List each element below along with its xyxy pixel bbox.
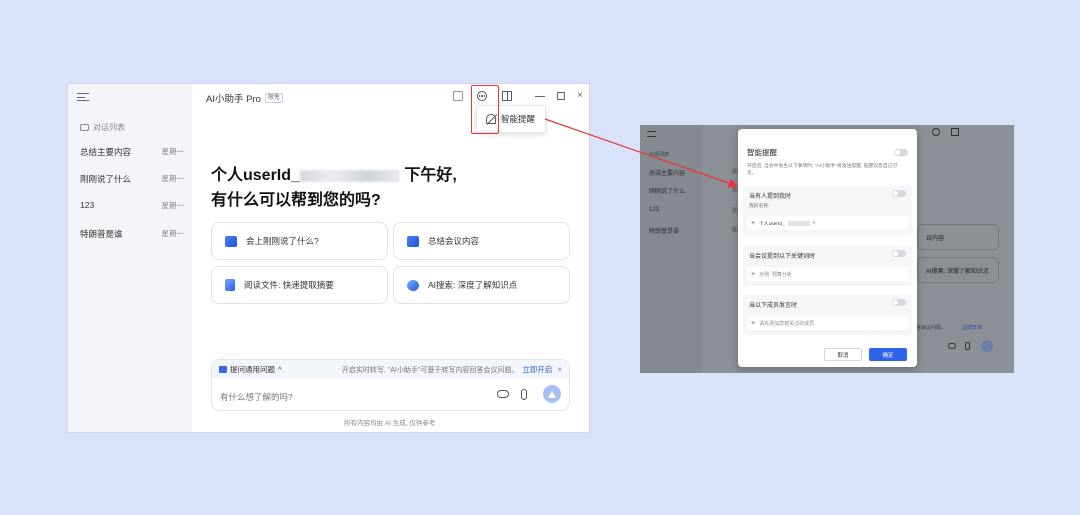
name-chip: 个人userId_ × bbox=[759, 220, 816, 227]
settings-screenshot: 对话列表 总结主要内容星期一 刚刚说了什么星期一 123星期一 特朗普是谁星期一… bbox=[640, 125, 1014, 373]
ai-search-icon bbox=[407, 279, 419, 291]
menu-icon[interactable] bbox=[77, 91, 89, 103]
suggestion-card[interactable]: 阅读文件: 快速提取摘要 bbox=[211, 266, 388, 304]
member-toggle[interactable] bbox=[892, 299, 906, 306]
sidebar-item[interactable]: 总结主要内容 星期一 bbox=[80, 146, 184, 158]
sidebar-item[interactable]: 特朗普是谁 星期一 bbox=[80, 228, 184, 240]
list-item: 刚刚说了什么星期一 bbox=[649, 187, 747, 195]
close-tip-icon[interactable]: × bbox=[557, 365, 562, 374]
more-options-icon bbox=[932, 128, 940, 136]
maximize-button[interactable] bbox=[557, 92, 565, 100]
add-icon[interactable]: + bbox=[751, 320, 755, 327]
cancel-button[interactable]: 取消 bbox=[824, 348, 862, 361]
suggestion-card[interactable]: 会上刚刚说了什么? bbox=[211, 222, 388, 260]
app-title: AI小助手 Pro 限免 bbox=[206, 91, 283, 105]
new-note-icon[interactable] bbox=[453, 91, 463, 101]
cube-icon bbox=[219, 366, 227, 373]
suggestion-card[interactable]: 总结会议内容 bbox=[393, 222, 570, 260]
keyword-toggle[interactable] bbox=[892, 250, 906, 257]
sidebar-item[interactable]: 123 星期一 bbox=[80, 200, 184, 211]
cloud-icon bbox=[948, 343, 956, 349]
greeting: 个人userId_ 下午好, 有什么可以帮到您的吗? bbox=[211, 167, 457, 209]
suggestion-card: 议内容 bbox=[917, 224, 999, 250]
send-button bbox=[981, 340, 993, 352]
side-panel-icon[interactable] bbox=[502, 91, 512, 101]
layers-icon bbox=[407, 235, 419, 247]
dimmed-sidebar bbox=[640, 125, 702, 373]
sidebar: 对话列表 总结主要内容 星期一 刚刚说了什么 星期一 123 星期一 特朗普是谁 星期一 bbox=[68, 84, 192, 432]
remove-icon[interactable]: × bbox=[813, 221, 816, 226]
chevron-up-icon: ^ bbox=[278, 365, 282, 374]
free-badge: 限免 bbox=[264, 93, 283, 103]
mention-toggle[interactable] bbox=[892, 190, 906, 197]
attachment-icon[interactable] bbox=[521, 389, 527, 400]
member-field[interactable]: + 请先添加您想关注的成员 bbox=[747, 316, 908, 330]
layers-icon bbox=[225, 235, 237, 247]
suggestion-card: AI搜索: 深度了解知识点 bbox=[917, 257, 999, 283]
conversation-list-header: 对话列表 bbox=[80, 122, 125, 133]
mention-section: 当有人提到我时 我的名称: + 个人userId_ × bbox=[743, 186, 912, 236]
quick-question-dropdown[interactable]: 提问通用问题 ^ bbox=[219, 364, 282, 375]
blurred-user-id bbox=[299, 169, 400, 182]
send-button[interactable] bbox=[543, 385, 561, 403]
smart-reminder-toggle[interactable] bbox=[894, 149, 908, 156]
smart-reminder-dialog: 智能提醒 开启后, 当会中发生以下事项时, "AI小助手"将发送提醒, 提醒仅您… bbox=[738, 129, 917, 367]
list-item: 特朗普是谁星期一 bbox=[649, 227, 747, 235]
close-button[interactable]: × bbox=[575, 91, 585, 101]
disclaimer: 所有内容均由 AI 生成, 仅供参考 bbox=[344, 420, 436, 427]
side-panel-icon bbox=[951, 128, 959, 136]
chat-bubble-icon bbox=[80, 124, 89, 131]
list-item: 总结主要内容星期一 bbox=[649, 169, 747, 177]
name-field[interactable]: + 个人userId_ × bbox=[747, 216, 908, 230]
attachment-icon bbox=[965, 342, 970, 350]
document-icon bbox=[225, 279, 235, 291]
blurred-user-id bbox=[787, 220, 810, 226]
add-icon[interactable]: + bbox=[751, 220, 755, 227]
chat-input-box: 提问通用问题 ^ 开启实时转写, "AI小助手"可基于转写内容回答会议问题。 立… bbox=[211, 359, 570, 411]
add-icon[interactable]: + bbox=[751, 271, 755, 278]
input-toolbar: 提问通用问题 ^ 开启实时转写, "AI小助手"可基于转写内容回答会议问题。 立… bbox=[212, 360, 569, 379]
suggestion-card[interactable]: AI搜索: 深度了解知识点 bbox=[393, 266, 570, 304]
member-section: 当以下成员发言时 + 请先添加您想关注的成员 bbox=[743, 295, 912, 335]
sidebar-item[interactable]: 刚刚说了什么 星期一 bbox=[80, 173, 184, 185]
confirm-button[interactable]: 确定 bbox=[869, 348, 907, 361]
cloud-icon[interactable] bbox=[497, 390, 509, 398]
enable-transcription-link[interactable]: 立即开启 bbox=[522, 364, 552, 375]
chat-input[interactable]: 有什么想了解的吗? bbox=[220, 391, 293, 403]
highlight-box bbox=[471, 85, 499, 134]
minimize-button[interactable] bbox=[535, 96, 545, 97]
keyword-field[interactable]: + 示例: 预算分析 bbox=[747, 267, 908, 281]
menu-icon bbox=[647, 131, 656, 137]
list-item: 123星期一 bbox=[649, 207, 747, 214]
keyword-section: 当会议提到以下关键词时 + 示例: 预算分析 bbox=[743, 246, 912, 286]
